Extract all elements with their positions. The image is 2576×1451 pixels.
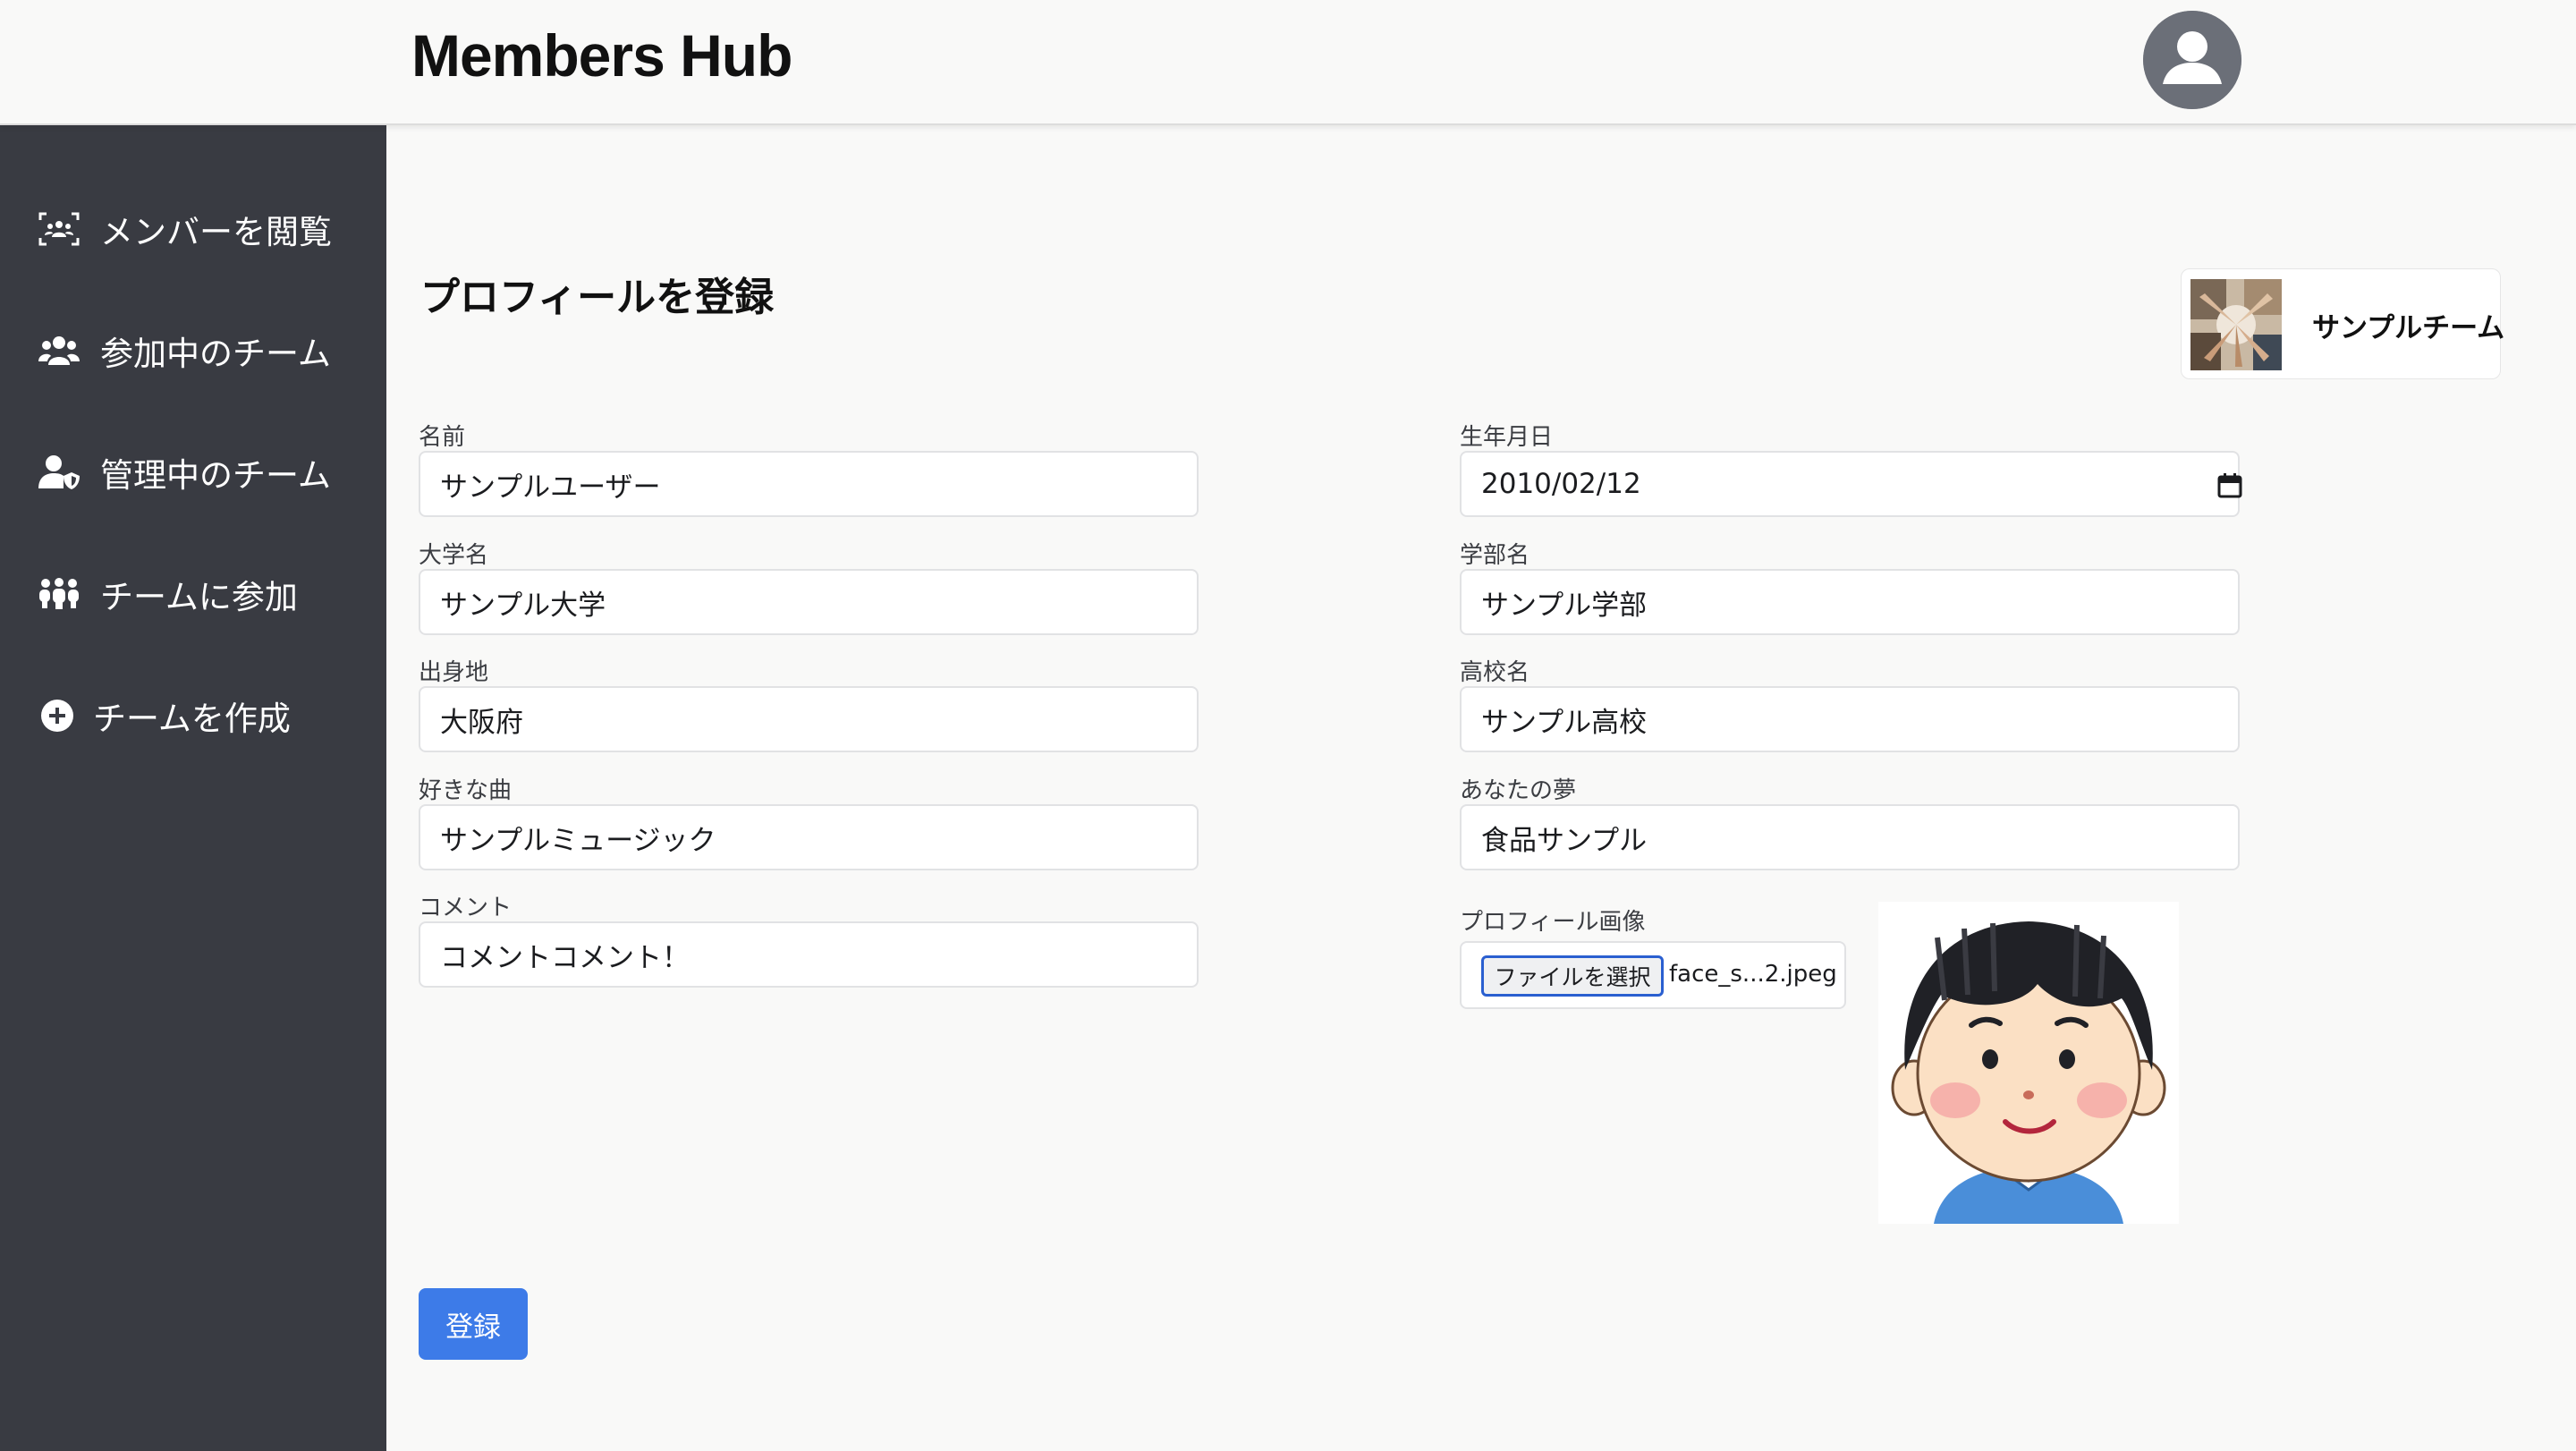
profile-image-label: プロフィール画像 <box>1460 909 1646 936</box>
team-card[interactable]: サンプルチーム <box>2181 268 2505 379</box>
calendar-icon[interactable] <box>2216 472 2243 499</box>
name-label: 名前 <box>419 424 466 451</box>
favorite-song-label: 好きな曲 <box>419 777 513 804</box>
user-avatar-icon[interactable] <box>2143 11 2241 109</box>
sidebar: メンバーを閲覧 参加中のチーム 管理中のチーム チームに参加 チームを作成 <box>0 125 386 1451</box>
sidebar-item-label: 管理中のチーム <box>100 456 331 495</box>
sidebar-item-join-team[interactable]: チームに参加 <box>0 549 386 639</box>
sidebar-item-managed-teams[interactable]: 管理中のチーム <box>0 428 386 517</box>
comment-input[interactable] <box>419 921 1199 988</box>
choose-file-button[interactable]: ファイルを選択 <box>1481 955 1664 997</box>
team-name: サンプルチーム <box>2312 312 2505 344</box>
members-scan-icon <box>36 206 82 252</box>
selected-file-name: face_s...2.jpeg <box>1669 961 1837 988</box>
high-school-label: 高校名 <box>1460 659 1530 686</box>
profile-image-file-input[interactable]: ファイルを選択 face_s...2.jpeg <box>1460 941 1846 1009</box>
university-label: 大学名 <box>419 542 489 569</box>
register-button[interactable]: 登録 <box>419 1288 528 1360</box>
dream-input[interactable] <box>1460 804 2240 870</box>
favorite-song-input[interactable] <box>419 804 1199 870</box>
university-input[interactable] <box>419 569 1199 635</box>
sidebar-item-label: 参加中のチーム <box>100 335 331 373</box>
dream-label: あなたの夢 <box>1460 777 1577 804</box>
top-header: Members Hub <box>0 0 2576 125</box>
sidebar-item-browse-members[interactable]: メンバーを閲覧 <box>0 184 386 274</box>
hometown-label: 出身地 <box>419 659 489 686</box>
faculty-input[interactable] <box>1460 569 2240 635</box>
profile-image-preview <box>1878 902 2179 1224</box>
sidebar-item-label: チームを作成 <box>93 700 291 738</box>
sidebar-item-label: メンバーを閲覧 <box>100 213 332 251</box>
birthday-label: 生年月日 <box>1460 424 1554 451</box>
app-title[interactable]: Members Hub <box>411 21 792 89</box>
team-thumbnail-image <box>2190 279 2282 370</box>
high-school-input[interactable] <box>1460 686 2240 752</box>
hometown-input[interactable] <box>419 686 1199 752</box>
plus-circle-icon <box>34 692 80 739</box>
people-group-icon <box>36 571 82 617</box>
sidebar-item-joined-teams[interactable]: 参加中のチーム <box>0 306 386 395</box>
comment-label: コメント <box>419 895 513 921</box>
sidebar-item-create-team[interactable]: チームを作成 <box>0 671 386 760</box>
page-title: プロフィールを登録 <box>420 275 775 320</box>
sidebar-item-label: チームに参加 <box>100 578 298 616</box>
birthday-date-input[interactable] <box>1460 451 2240 517</box>
name-input[interactable] <box>419 451 1199 517</box>
user-shield-icon <box>36 449 82 496</box>
faculty-label: 学部名 <box>1460 542 1530 569</box>
team-icon <box>36 327 82 374</box>
